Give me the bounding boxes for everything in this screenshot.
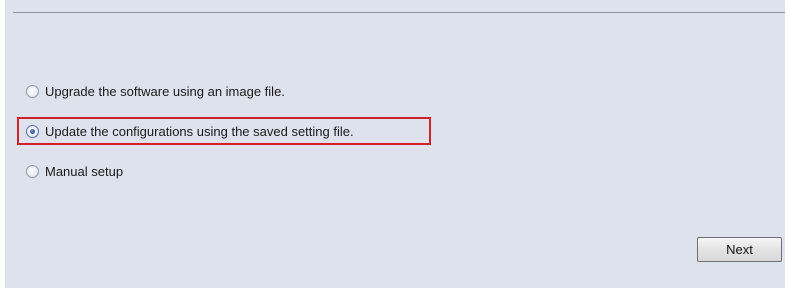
next-button[interactable]: Next — [697, 237, 782, 262]
option-update-configurations-label: Update the configurations using the save… — [45, 123, 354, 139]
top-divider — [13, 12, 785, 13]
radio-update-configurations-icon[interactable] — [26, 124, 39, 138]
radio-selected-dot-icon — [30, 128, 35, 134]
option-manual-setup-label: Manual setup — [45, 163, 124, 179]
option-manual-setup[interactable]: Manual setup — [26, 161, 123, 181]
option-upgrade-software[interactable]: Upgrade the software using an image file… — [26, 81, 285, 101]
radio-upgrade-software-icon[interactable] — [26, 84, 39, 98]
option-upgrade-software-label: Upgrade the software using an image file… — [45, 83, 285, 99]
radio-manual-setup-icon[interactable] — [26, 164, 39, 178]
option-update-configurations[interactable]: Update the configurations using the save… — [26, 121, 354, 141]
